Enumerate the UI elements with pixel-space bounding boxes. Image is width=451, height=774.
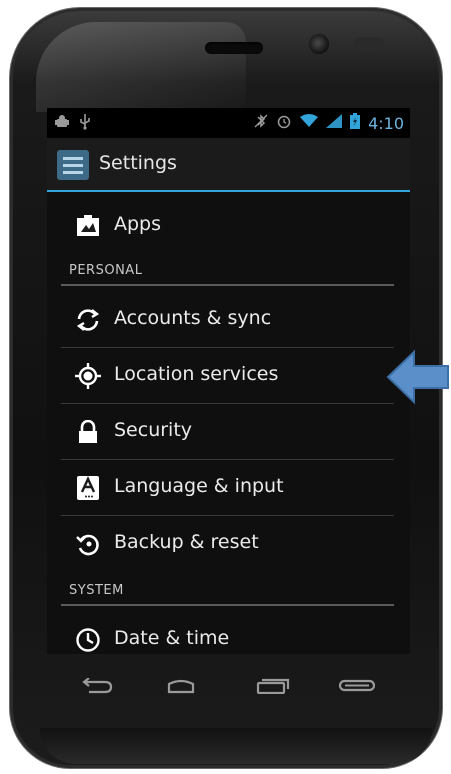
phone-chin xyxy=(40,728,432,764)
status-bar: 4:10 xyxy=(47,108,410,138)
signal-icon xyxy=(326,114,343,132)
phone-screen: 4:10 Settings Apps PERSONAL Accounts & s… xyxy=(47,108,410,654)
section-divider xyxy=(61,604,394,606)
settings-item-label: Location services xyxy=(114,363,279,385)
apps-icon xyxy=(75,213,101,239)
settings-item-label: Apps xyxy=(114,213,162,235)
section-header-system: SYSTEM xyxy=(61,574,394,606)
sync-icon xyxy=(75,307,101,333)
settings-item-apps[interactable]: Apps xyxy=(61,198,394,254)
usb-icon xyxy=(79,114,91,134)
phone-glare xyxy=(36,22,246,112)
action-bar: Settings xyxy=(47,138,410,192)
front-camera xyxy=(309,34,329,54)
settings-item-date-time[interactable]: Date & time xyxy=(61,612,394,654)
wifi-icon xyxy=(300,114,319,132)
settings-app-icon[interactable] xyxy=(57,150,89,180)
android-debug-icon xyxy=(55,114,69,134)
battery-icon xyxy=(350,113,361,133)
settings-item-location-services[interactable]: Location services xyxy=(61,348,394,404)
settings-item-language-input[interactable]: Language & input xyxy=(61,460,394,516)
settings-item-backup-reset[interactable]: Backup & reset xyxy=(61,516,394,572)
alarm-icon xyxy=(276,113,292,133)
earpiece-speaker xyxy=(205,42,263,54)
settings-item-label: Language & input xyxy=(114,475,284,497)
recent-apps-button[interactable] xyxy=(256,678,290,698)
keyboard-icon xyxy=(75,475,101,501)
settings-item-label: Accounts & sync xyxy=(114,307,272,329)
settings-item-accounts-sync[interactable]: Accounts & sync xyxy=(61,292,394,348)
section-divider xyxy=(61,284,394,286)
pointer-arrow-icon xyxy=(386,349,450,409)
backup-icon xyxy=(75,531,101,557)
section-header-personal: PERSONAL xyxy=(61,254,394,286)
settings-item-label: Security xyxy=(114,419,193,441)
lock-icon xyxy=(75,419,101,445)
settings-item-security[interactable]: Security xyxy=(61,404,394,460)
navigation-bar xyxy=(47,660,410,710)
clock-icon xyxy=(75,627,101,653)
status-time: 4:10 xyxy=(368,113,404,133)
menu-button[interactable] xyxy=(338,678,376,697)
proximity-sensor xyxy=(354,37,384,50)
home-button[interactable] xyxy=(166,678,196,698)
back-button[interactable] xyxy=(81,677,113,698)
settings-item-label: Backup & reset xyxy=(114,531,259,553)
bluetooth-off-icon xyxy=(254,113,268,133)
settings-item-label: Date & time xyxy=(114,627,230,649)
location-icon xyxy=(75,363,101,389)
page-title: Settings xyxy=(99,152,177,174)
